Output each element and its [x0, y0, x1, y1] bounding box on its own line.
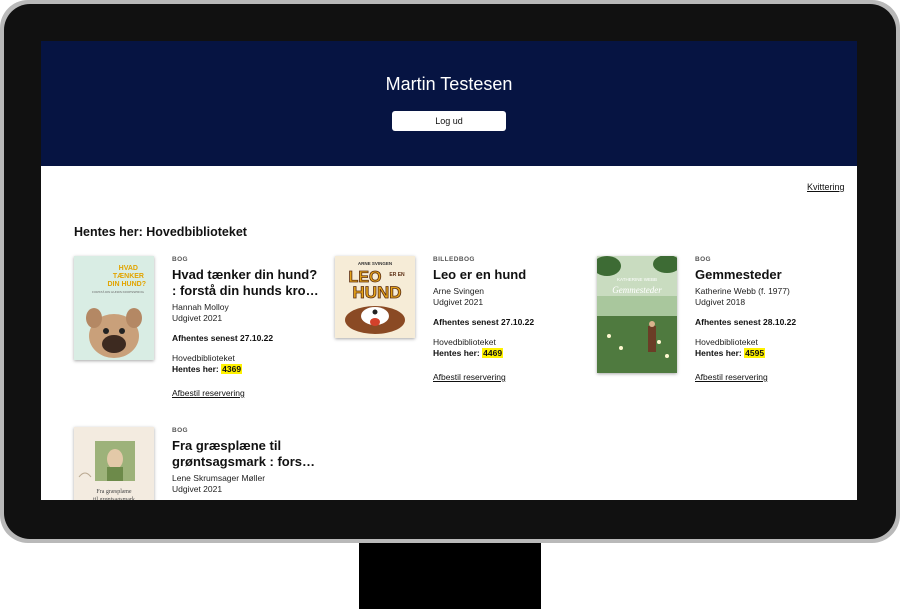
pickup-branch: Hovedbiblioteket [172, 353, 235, 363]
svg-text:HUND: HUND [352, 283, 401, 302]
material-type: BILLEDBOG [433, 256, 475, 263]
book-title[interactable]: Leo er en hund [433, 267, 583, 283]
book-cover[interactable]: ARNE SVINGEN LEO ER EN HUND [335, 256, 415, 338]
title-line: grøntsagsmark : fors… [172, 454, 316, 469]
reservation-card: ARNE SVINGEN LEO ER EN HUND BILLEDBOG Le… [335, 256, 585, 406]
pickup-code-line: Hentes her: 4469 [433, 348, 583, 359]
pickup-branch: Hovedbiblioteket [695, 337, 758, 347]
book-author: Arne Svingen [433, 286, 485, 296]
book-published: Udgivet 2018 [695, 297, 746, 307]
svg-text:KATHERINE WEBB: KATHERINE WEBB [617, 277, 657, 282]
pickup-code: 4595 [744, 348, 766, 358]
title-line: : forstå din hunds kro… [172, 283, 319, 298]
book-cover[interactable]: HVAD TÆNKER DIN HUND? FORSTÅ DIN HUNDS K… [74, 256, 154, 360]
book-published: Udgivet 2021 [172, 484, 223, 494]
pickup-label: Hentes her: [695, 348, 742, 358]
pickup-deadline: Afhentes senest 27.10.22 [172, 333, 274, 343]
book-cover[interactable]: KATHERINE WEBB Gemmesteder [597, 256, 677, 373]
title-line: Hvad tænker din hund? [172, 267, 318, 282]
svg-text:Fra græsplæne: Fra græsplæne [96, 489, 132, 495]
pickup-label: Hentes her: [433, 348, 480, 358]
reservation-card: KATHERINE WEBB Gemmesteder BOG Gemmested… [597, 256, 847, 406]
title-line: Leo er en hund [433, 267, 527, 282]
book-author: Hannah Molloy [172, 302, 229, 312]
material-type: BOG [172, 427, 189, 434]
book-cover[interactable]: Fra græsplæne til grøntsagsmark [74, 427, 154, 500]
user-name: Martin Testesen [385, 74, 513, 94]
book-author: Katherine Webb (f. 1977) [695, 286, 790, 296]
svg-text:DIN HUND?: DIN HUND? [108, 281, 147, 288]
gemmesteder-cover-art: KATHERINE WEBB Gemmesteder [597, 256, 677, 373]
svg-text:HVAD: HVAD [119, 265, 138, 272]
svg-text:TÆNKER: TÆNKER [113, 273, 144, 280]
leo-cover-art: ARNE SVINGEN LEO ER EN HUND [335, 256, 415, 338]
pickup-code: 4469 [482, 348, 504, 358]
pickup-location-heading: Hentes her: Hovedbiblioteket [74, 225, 247, 239]
pickup-deadline: Afhentes senest 27.10.22 [433, 317, 535, 327]
pickup-code-line: Hentes her: 4595 [695, 348, 845, 359]
reservation-card: HVAD TÆNKER DIN HUND? FORSTÅ DIN HUNDS K… [74, 256, 324, 406]
cancel-reservation-link[interactable]: Afbestil reservering [172, 388, 322, 399]
book-title[interactable]: Hvad tænker din hund? : forstå din hunds… [172, 267, 322, 299]
book-title[interactable]: Fra græsplæne til grøntsagsmark : fors… [172, 438, 322, 470]
receipt-link[interactable]: Kvittering [807, 182, 845, 192]
material-type: BOG [172, 256, 189, 263]
book-published: Udgivet 2021 [172, 313, 223, 323]
book-info: BILLEDBOG Leo er en hund Arne Svingen Ud… [433, 256, 583, 383]
pickup-code-line: Hentes her: 4369 [172, 364, 322, 375]
svg-text:ER EN: ER EN [389, 272, 405, 278]
book-info: BOG Gemmesteder Katherine Webb (f. 1977)… [695, 256, 845, 383]
pickup-deadline: Afhentes senest 28.10.22 [695, 317, 797, 327]
cancel-reservation-link[interactable]: Afbestil reservering [695, 372, 845, 383]
svg-text:til grøntsagsmark: til grøntsagsmark [93, 497, 135, 500]
svg-text:Gemmesteder: Gemmesteder [612, 285, 662, 295]
book-author: Lene Skrumsager Møller [172, 473, 266, 483]
book-info: BOG Hvad tænker din hund? : forstå din h… [172, 256, 322, 399]
title-line: Gemmesteder [695, 267, 782, 282]
title-line: Fra græsplæne til [172, 438, 282, 453]
book-published: Udgivet 2021 [433, 297, 484, 307]
cancel-reservation-link[interactable]: Afbestil reservering [433, 372, 583, 383]
logout-button[interactable]: Log ud [392, 111, 506, 131]
svg-text:ARNE SVINGEN: ARNE SVINGEN [358, 261, 392, 266]
pickup-code: 4369 [221, 364, 243, 374]
pickup-label: Hentes her: [172, 364, 219, 374]
book-title[interactable]: Gemmesteder [695, 267, 845, 283]
reservation-card: Fra græsplæne til grøntsagsmark BOG Fra … [74, 427, 324, 500]
profile-header: Martin Testesen Log ud [41, 41, 857, 166]
material-type: BOG [695, 256, 712, 263]
garden-cover-art: Fra græsplæne til grøntsagsmark [74, 427, 154, 500]
book-info: BOG Fra græsplæne til grøntsagsmark : fo… [172, 427, 322, 495]
dog-cover-art: HVAD TÆNKER DIN HUND? FORSTÅ DIN HUNDS K… [74, 256, 154, 360]
pickup-branch: Hovedbiblioteket [433, 337, 496, 347]
svg-text:FORSTÅ DIN HUNDS KROPSSPROG: FORSTÅ DIN HUNDS KROPSSPROG [92, 289, 145, 294]
monitor-stand [359, 543, 541, 609]
screen: Martin Testesen Log ud Kvittering Hentes… [41, 41, 857, 500]
